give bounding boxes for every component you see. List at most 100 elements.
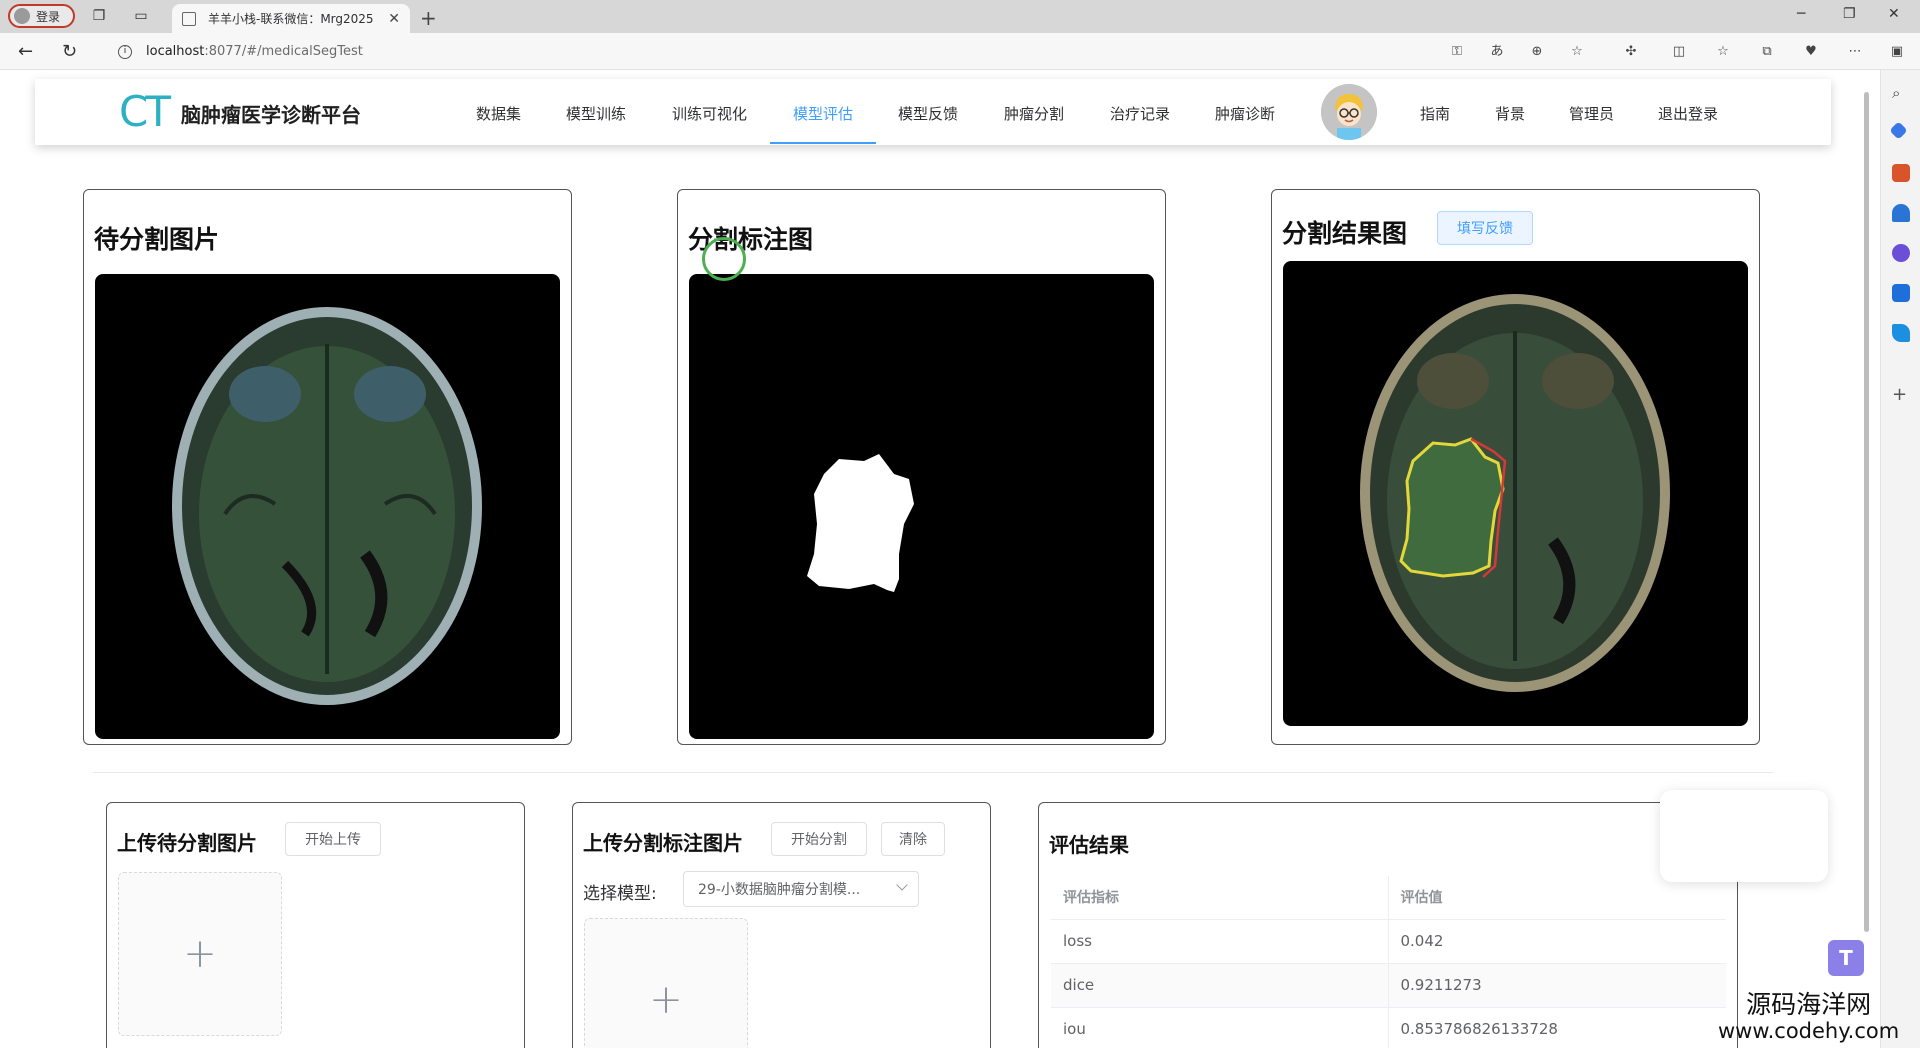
nav-active-indicator xyxy=(770,142,876,144)
original-image-title: 待分割图片 xyxy=(94,225,220,254)
nav-treatment-records[interactable]: 治疗记录 xyxy=(1110,103,1170,124)
app-title: 脑肿瘤医学诊断平台 xyxy=(181,103,361,127)
nav-logout[interactable]: 退出登录 xyxy=(1658,103,1718,124)
favorite-star-icon[interactable]: ☆ xyxy=(1568,43,1586,61)
browser-tab-active[interactable]: 羊羊小栈-联系微信：Mrg2025 ✕ xyxy=(172,4,410,33)
tools-icon[interactable] xyxy=(1892,164,1910,182)
nav-tumor-diagnosis[interactable]: 肿瘤诊断 xyxy=(1215,103,1275,124)
plus-icon: + xyxy=(183,931,217,977)
value-cell: 0.9211273 xyxy=(1388,963,1726,1008)
metric-cell: iou xyxy=(1051,1007,1389,1048)
section-divider xyxy=(93,772,1773,773)
start-upload-button[interactable]: 开始上传 xyxy=(285,822,381,856)
table-header-row: 评估指标 评估值 xyxy=(1051,876,1726,920)
tab-close-icon[interactable]: ✕ xyxy=(388,11,400,27)
upload-original-panel: 上传待分割图片 开始上传 + xyxy=(106,802,525,1048)
person-icon[interactable] xyxy=(1892,204,1910,222)
tab-favicon-icon xyxy=(182,11,196,26)
model-select[interactable]: 29-小数据脑肿瘤分割模... xyxy=(683,871,919,907)
send-icon[interactable] xyxy=(1892,324,1910,342)
evaluation-table: 评估指标 评估值 loss 0.042 dice 0.9211273 iou 0… xyxy=(1051,876,1726,1048)
table-row: dice 0.9211273 xyxy=(1051,963,1726,1008)
url-path: :8077/#/medicalSegTest xyxy=(204,44,363,59)
plus-icon: + xyxy=(649,977,683,1023)
result-panel: 分割结果图 填写反馈 xyxy=(1271,189,1760,745)
watermark-line2: www.codehy.com xyxy=(1718,1019,1900,1043)
url-field[interactable]: i localhost:8077/#/medicalSegTest xyxy=(104,37,1604,66)
browser-essentials-icon[interactable]: ♥ xyxy=(1802,43,1820,61)
result-title: 分割结果图 xyxy=(1282,219,1408,248)
user-avatar[interactable] xyxy=(1321,84,1377,140)
annotation-panel: 分割标注图 xyxy=(677,189,1166,745)
value-cell: 0.853786826133728 xyxy=(1388,1007,1726,1048)
copilot-icon[interactable] xyxy=(1892,244,1910,262)
annotation-mask-image xyxy=(689,274,1154,739)
add-icon[interactable]: + xyxy=(1892,384,1910,405)
shopping-tag-icon[interactable] xyxy=(1889,121,1908,140)
upload-mask-panel: 上传分割标注图片 开始分割 清除 选择模型: 29-小数据脑肿瘤分割模... + xyxy=(572,802,991,1048)
collections-icon[interactable]: ⧉ xyxy=(1758,43,1776,61)
page-scrollbar[interactable] xyxy=(1862,78,1872,932)
scrollbar-thumb[interactable] xyxy=(1864,92,1869,932)
nav-background[interactable]: 背景 xyxy=(1495,103,1525,124)
new-tab-icon[interactable]: + xyxy=(420,6,437,30)
site-info-icon[interactable]: i xyxy=(118,44,132,59)
extensions-icon[interactable]: ✣ xyxy=(1622,43,1640,61)
translate-icon[interactable]: T xyxy=(1828,940,1864,976)
original-mri-image xyxy=(95,274,560,739)
fill-feedback-button[interactable]: 填写反馈 xyxy=(1437,211,1533,245)
sidebar-toggle-icon[interactable]: ▣ xyxy=(1888,43,1906,61)
browser-tab-bar: 登录 ❐ ▭ 羊羊小栈-联系微信：Mrg2025 ✕ + ─ ❐ ✕ xyxy=(0,0,1920,33)
profile-button[interactable]: 登录 xyxy=(8,4,75,28)
upload-mask-title: 上传分割标注图片 xyxy=(583,831,743,855)
app-header: CT 脑肿瘤医学诊断平台 数据集 模型训练 训练可视化 模型评估 模型反馈 肿瘤… xyxy=(35,79,1831,145)
profile-avatar-icon xyxy=(14,8,30,24)
nav-admin[interactable]: 管理员 xyxy=(1569,103,1614,124)
edge-sidebar: ⌕ + xyxy=(1880,70,1920,1048)
logo: CT xyxy=(119,87,171,136)
favorites-icon[interactable]: ☆ xyxy=(1714,43,1732,61)
upload-original-title: 上传待分割图片 xyxy=(117,831,257,855)
metric-column-header: 评估指标 xyxy=(1051,876,1389,920)
tab-title: 羊羊小栈-联系微信：Mrg2025 xyxy=(208,12,374,26)
chevron-down-icon xyxy=(896,879,908,891)
start-segmentation-button[interactable]: 开始分割 xyxy=(771,822,867,856)
metric-cell: dice xyxy=(1051,963,1389,1008)
original-image-panel: 待分割图片 xyxy=(83,189,572,745)
watermark-line1: 源码海洋网 xyxy=(1746,990,1872,1019)
evaluation-title: 评估结果 xyxy=(1049,833,1129,857)
profile-label: 登录 xyxy=(36,9,61,24)
split-screen-icon[interactable]: ◫ xyxy=(1670,43,1688,61)
more-menu-icon[interactable]: ⋯ xyxy=(1846,43,1864,61)
nav-model-feedback[interactable]: 模型反馈 xyxy=(898,103,958,124)
nav-tumor-segmentation[interactable]: 肿瘤分割 xyxy=(1004,103,1064,124)
key-icon[interactable]: ⚿ xyxy=(1448,43,1466,61)
original-image-uploader[interactable]: + xyxy=(118,872,282,1036)
nav-model-training[interactable]: 模型训练 xyxy=(566,103,626,124)
close-window-icon[interactable]: ✕ xyxy=(1888,6,1900,22)
minimize-icon[interactable]: ─ xyxy=(1797,6,1805,22)
url-host: localhost xyxy=(146,44,205,59)
nav-model-evaluation[interactable]: 模型评估 xyxy=(793,103,853,124)
refresh-icon[interactable]: ↻ xyxy=(62,41,77,62)
metric-cell: loss xyxy=(1051,919,1389,964)
search-icon[interactable]: ⌕ xyxy=(1892,84,1910,102)
read-aloud-icon[interactable]: あ xyxy=(1488,43,1506,61)
nav-training-visualization[interactable]: 训练可视化 xyxy=(672,103,747,124)
floating-card xyxy=(1660,790,1828,882)
zoom-icon[interactable]: ⊕ xyxy=(1528,43,1546,61)
mask-image-uploader[interactable]: + xyxy=(584,918,748,1048)
clear-button[interactable]: 清除 xyxy=(881,822,945,856)
cartoon-avatar-icon xyxy=(1321,84,1377,140)
tab-actions-icon[interactable]: ▭ xyxy=(132,7,150,25)
table-row: iou 0.853786826133728 xyxy=(1051,1007,1726,1048)
outlook-icon[interactable] xyxy=(1892,284,1910,302)
nav-dataset[interactable]: 数据集 xyxy=(476,103,521,124)
model-select-value: 29-小数据脑肿瘤分割模... xyxy=(698,882,861,898)
nav-guide[interactable]: 指南 xyxy=(1420,103,1450,124)
restore-icon[interactable]: ❐ xyxy=(1843,6,1856,22)
back-icon[interactable]: ← xyxy=(18,41,33,62)
table-row: loss 0.042 xyxy=(1051,919,1726,964)
workspaces-icon[interactable]: ❐ xyxy=(90,7,108,25)
model-select-label: 选择模型: xyxy=(583,884,657,904)
